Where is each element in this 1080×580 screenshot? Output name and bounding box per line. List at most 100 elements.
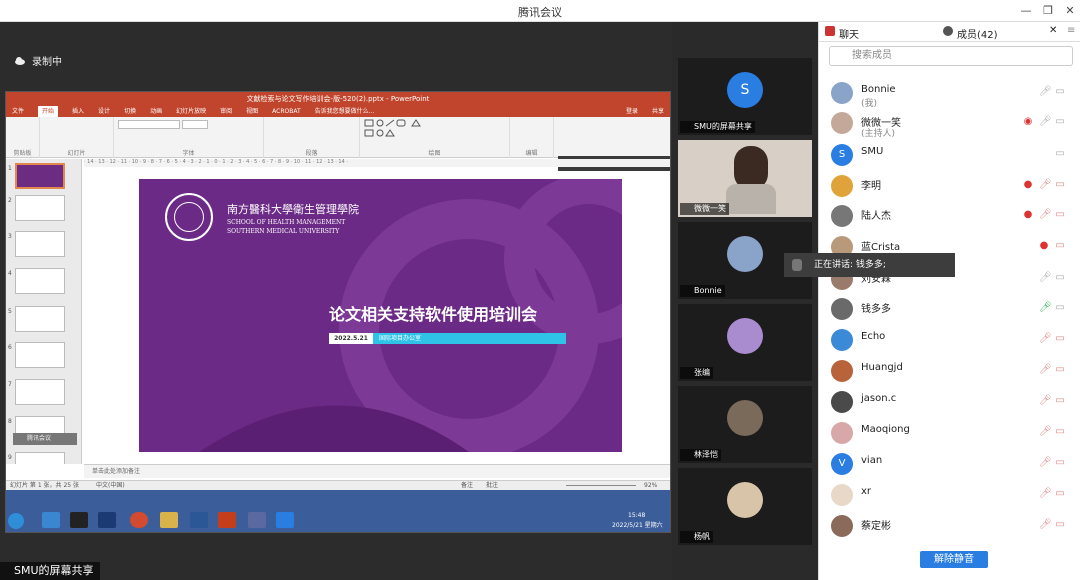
tab-insert[interactable]: 插入	[72, 106, 84, 117]
ie-icon[interactable]	[42, 512, 60, 528]
panel-menu-icon[interactable]: ≡	[1067, 25, 1075, 36]
mic-muted-icon[interactable]: 🎤︎	[1039, 488, 1052, 500]
member-row[interactable]: Echo 🎤︎ ▭	[831, 327, 1071, 353]
member-row[interactable]: S SMU ▭	[831, 142, 1071, 168]
tab-file[interactable]: 文件	[12, 106, 24, 117]
tab-view[interactable]: 视图	[246, 106, 258, 117]
chrome-icon[interactable]	[130, 512, 148, 528]
video-tile-zhang[interactable]: 张编	[678, 304, 812, 381]
camera-icon[interactable]: ▭	[1055, 272, 1065, 284]
start-button-icon[interactable]	[8, 513, 24, 529]
camera-off-icon[interactable]: ▭	[1055, 426, 1065, 438]
login-link[interactable]: 登录	[626, 106, 638, 117]
zoom-slider[interactable]	[566, 485, 636, 486]
camera-off-icon[interactable]: ▭	[1055, 209, 1065, 221]
mic-muted-icon[interactable]: 🎤︎	[1039, 426, 1052, 438]
drawing-group[interactable]: 绘图	[360, 117, 510, 158]
member-search-input[interactable]: 搜索成员	[829, 46, 1073, 66]
camera-off-icon[interactable]: ▭	[1055, 333, 1065, 345]
slide-thumbnail-9[interactable]	[15, 452, 65, 464]
notes-pane[interactable]: 单击此处添加备注	[84, 464, 670, 478]
slide-thumbnail-6[interactable]	[15, 342, 65, 368]
font-group[interactable]: 字体	[114, 117, 264, 158]
mic-active-icon[interactable]: 🎤︎	[1039, 302, 1052, 314]
member-row[interactable]: Vvian 🎤︎ ▭	[831, 451, 1071, 477]
word-icon[interactable]	[190, 512, 208, 528]
tab-slideshow[interactable]: 幻灯片放映	[176, 106, 206, 117]
mic-muted-icon[interactable]: 🎤︎	[1039, 333, 1052, 345]
member-row[interactable]: Huangjd 🎤︎ ▭	[831, 358, 1071, 384]
powerpoint-icon[interactable]	[218, 512, 236, 528]
minimize-button[interactable]: —	[1018, 3, 1034, 19]
slide-thumbnail-7[interactable]	[15, 379, 65, 405]
share-link[interactable]: 共享	[652, 106, 664, 117]
slide-thumbnail-2[interactable]	[15, 195, 65, 221]
member-row[interactable]: 钱多多 🎤︎ ▭	[831, 296, 1071, 322]
clipboard-group[interactable]: 剪贴板	[6, 117, 40, 158]
photoshop-icon[interactable]	[98, 512, 116, 528]
current-slide[interactable]: 南方醫科大學衛生管理學院 SCHOOL OF HEALTH MANAGEMENT…	[139, 179, 622, 452]
paragraph-group[interactable]: 段落	[264, 117, 360, 158]
mic-icon	[792, 259, 802, 271]
folder-icon[interactable]	[160, 512, 178, 528]
editing-group[interactable]: 编辑	[510, 117, 554, 158]
slides-group[interactable]: 幻灯片	[40, 117, 114, 158]
font-size-box[interactable]	[182, 120, 208, 129]
mic-muted-icon[interactable]: 🎤︎	[1039, 519, 1052, 531]
video-tile-smu[interactable]: S SMU的屏幕共享	[678, 58, 812, 135]
camera-icon[interactable]: ▭	[1055, 86, 1065, 98]
camera-off-icon[interactable]: ▭	[1055, 179, 1065, 191]
mic-muted-icon[interactable]: 🎤︎	[1039, 364, 1052, 376]
mic-muted-icon[interactable]: 🎤︎	[1039, 86, 1052, 98]
shapes-gallery-icon[interactable]	[364, 119, 426, 145]
notes-app-icon[interactable]	[248, 512, 266, 528]
tab-acrobat[interactable]: ACROBAT	[272, 106, 301, 117]
meeting-float-bubble[interactable]: 腾讯会议	[13, 433, 77, 445]
member-row[interactable]: 陆人杰 ● 🎤︎ ▭	[831, 203, 1071, 229]
member-row[interactable]: 李明 ● 🎤︎ ▭	[831, 173, 1071, 199]
tab-animations[interactable]: 动画	[150, 106, 162, 117]
tab-design[interactable]: 设计	[98, 106, 110, 117]
camera-off-icon[interactable]: ▭	[1055, 519, 1065, 531]
close-button[interactable]: ✕	[1062, 3, 1078, 19]
tencent-meeting-icon[interactable]	[276, 512, 294, 528]
mic-muted-icon[interactable]: 🎤︎	[1039, 395, 1052, 407]
mic-muted-icon[interactable]: 🎤︎	[1039, 179, 1052, 191]
video-tile-host[interactable]: 微微一笑	[678, 140, 812, 217]
font-name-box[interactable]	[118, 120, 180, 129]
tab-chat[interactable]: 聊天	[839, 26, 859, 41]
member-row[interactable]: 蔡定彬 🎤︎ ▭	[831, 513, 1071, 539]
close-panel-icon[interactable]: ✕	[1049, 25, 1057, 36]
slide-thumbnail-1[interactable]	[15, 163, 65, 189]
mic-muted-icon[interactable]: 🎤︎	[1039, 209, 1052, 221]
mic-icon[interactable]: 🎤︎	[1039, 116, 1052, 128]
slide-thumbnail-3[interactable]	[15, 231, 65, 257]
qq-icon[interactable]	[70, 512, 88, 528]
camera-icon[interactable]: ▭	[1055, 302, 1065, 314]
slide-thumbnail-5[interactable]	[15, 306, 65, 332]
member-row[interactable]: jason.c 🎤︎ ▭	[831, 389, 1071, 415]
tell-me-search[interactable]: 告诉我您想要做什么...	[315, 106, 375, 117]
camera-off-icon[interactable]: ▭	[1055, 395, 1065, 407]
tab-home[interactable]: 开始	[38, 106, 59, 117]
tab-review[interactable]: 审阅	[220, 106, 232, 117]
restore-button[interactable]: ❐	[1040, 3, 1056, 19]
video-tile-yang[interactable]: 杨帆	[678, 468, 812, 545]
slide-thumbnail-4[interactable]	[15, 268, 65, 294]
camera-off-icon[interactable]: ▭	[1055, 457, 1065, 469]
member-name: 李明	[861, 181, 881, 192]
video-tile-lin[interactable]: 林泽恺	[678, 386, 812, 463]
camera-icon[interactable]: ▭	[1055, 116, 1065, 128]
member-row[interactable]: Maoqiong 🎤︎ ▭	[831, 420, 1071, 446]
member-row[interactable]: 微微一笑 (主持人) ◉ 🎤︎ ▭	[831, 110, 1071, 139]
member-row[interactable]: xr 🎤︎ ▭	[831, 482, 1071, 508]
tab-transitions[interactable]: 切换	[124, 106, 136, 117]
member-row[interactable]: Bonnie (我) 🎤︎ ▭	[831, 80, 1071, 109]
unmute-button[interactable]: 解除静音	[920, 551, 988, 568]
camera-off-icon[interactable]: ▭	[1055, 364, 1065, 376]
tab-members[interactable]: 成员(42)	[957, 26, 998, 41]
mic-icon[interactable]: 🎤︎	[1039, 272, 1052, 284]
camera-off-icon[interactable]: ▭	[1055, 488, 1065, 500]
mic-muted-icon[interactable]: 🎤︎	[1039, 457, 1052, 469]
camera-off-icon[interactable]: ▭	[1055, 240, 1065, 252]
